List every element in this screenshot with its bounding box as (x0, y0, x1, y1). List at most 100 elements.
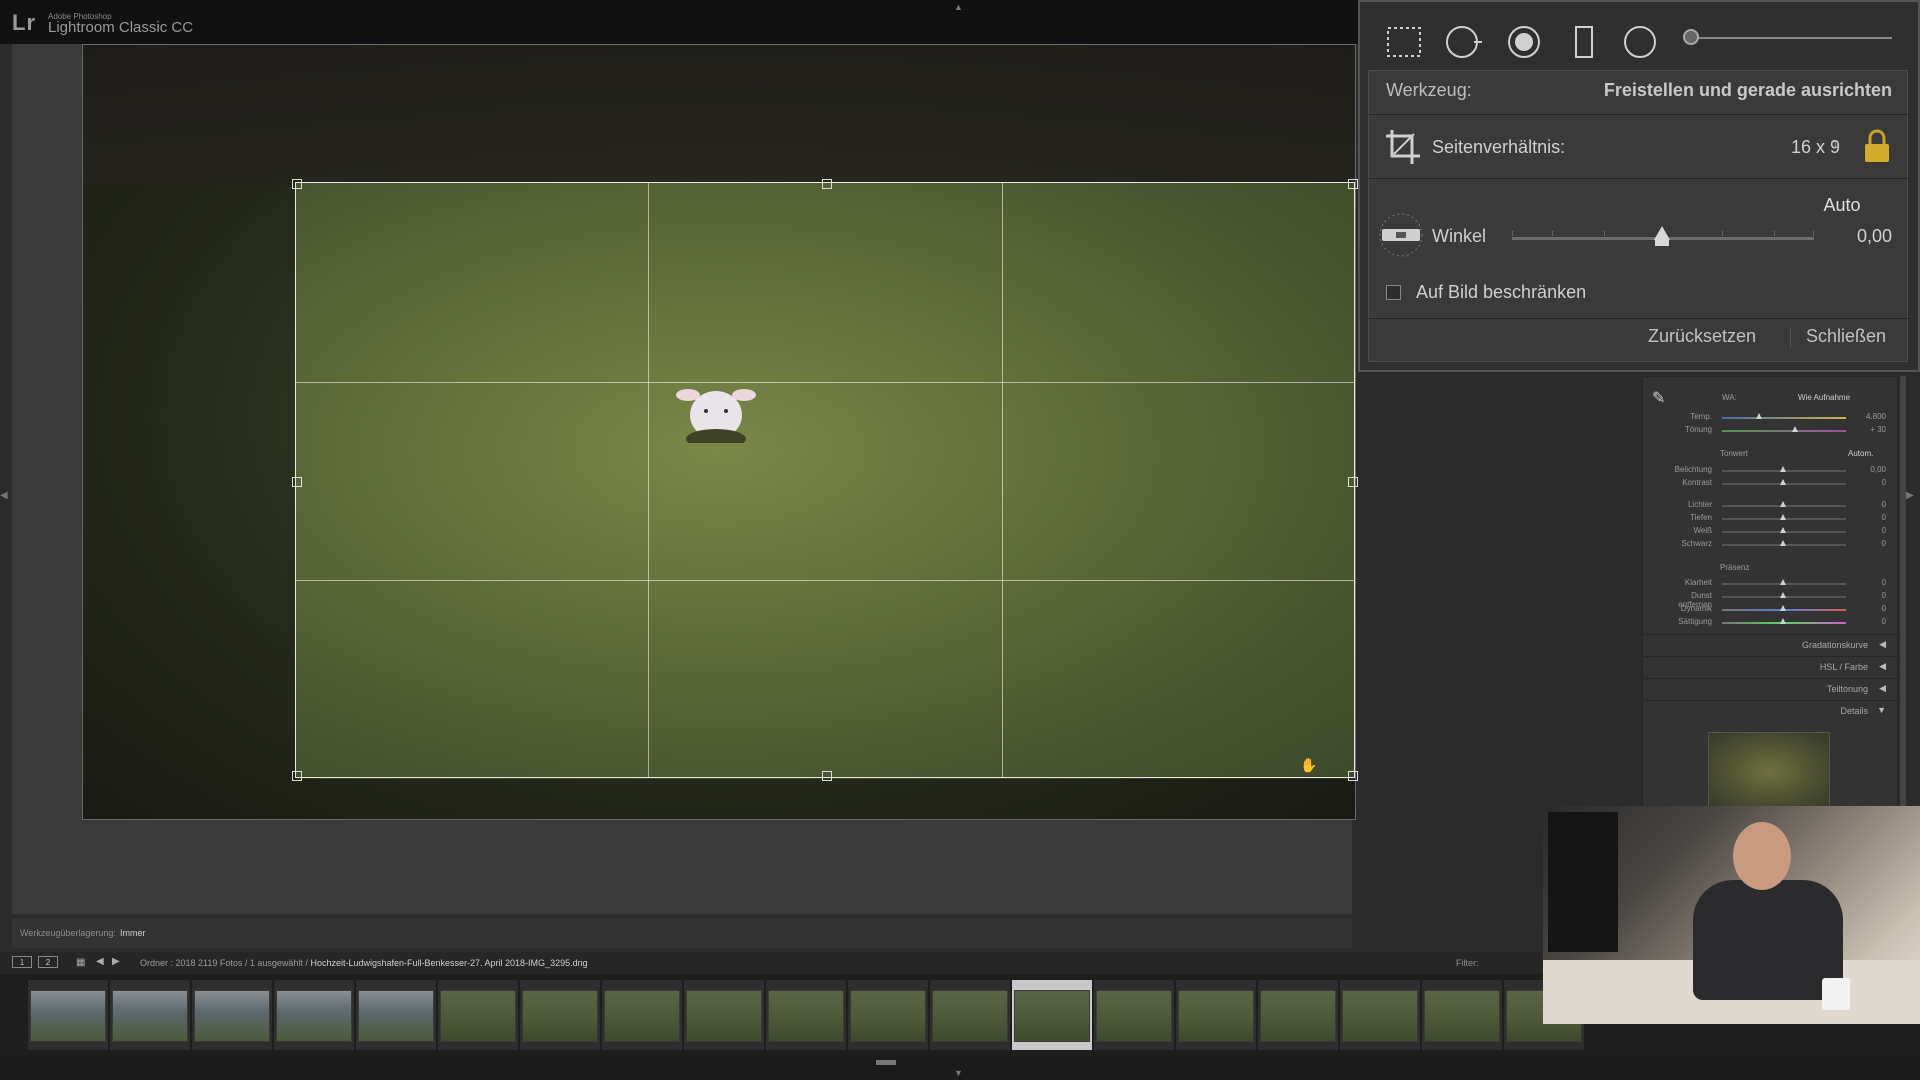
crop-handle-top-left[interactable] (292, 179, 302, 189)
red-eye-icon[interactable] (1504, 22, 1544, 62)
divider (1368, 318, 1908, 319)
aspect-ratio-select[interactable]: 16 x 9 (1760, 137, 1840, 158)
spot-removal-icon[interactable] (1444, 22, 1484, 62)
saturation-slider-knob[interactable] (1780, 618, 1786, 624)
whites-value[interactable]: 0 (1846, 526, 1886, 535)
tint-slider-knob[interactable] (1792, 426, 1798, 432)
whites-slider-knob[interactable] (1780, 527, 1786, 533)
crop-handle-top-right[interactable] (1348, 179, 1358, 189)
detail-preview-thumbnail[interactable] (1708, 732, 1830, 810)
crop-handle-left[interactable] (292, 477, 302, 487)
filmstrip-thumbnail[interactable] (440, 990, 516, 1042)
bottom-panel-toggle-icon[interactable]: ▼ (954, 1068, 963, 1078)
graduated-filter-icon[interactable] (1564, 22, 1604, 62)
filmstrip-source-info[interactable]: Ordner : 2018 2119 Fotos / 1 ausgewählt … (140, 958, 588, 968)
filmstrip-thumbnail[interactable] (194, 990, 270, 1042)
section-details[interactable]: Details ▼ (1642, 700, 1898, 721)
tint-slider[interactable] (1722, 430, 1846, 432)
radial-filter-icon[interactable] (1620, 22, 1660, 62)
section-hsl[interactable]: HSL / Farbe ◀ (1642, 656, 1898, 677)
crop-frame-icon[interactable] (1384, 128, 1422, 166)
temp-value[interactable]: 4.800 (1846, 412, 1886, 421)
whites-label: Weiß (1693, 526, 1712, 535)
white-balance-select[interactable]: Wie Aufnahme (1798, 393, 1850, 402)
filmstrip-thumbnail[interactable] (30, 990, 106, 1042)
monitor-2-button[interactable]: 2 (38, 956, 58, 968)
filmstrip-thumbnail[interactable] (522, 990, 598, 1042)
filmstrip-thumbnail[interactable] (768, 990, 844, 1042)
filmstrip-scrollbar[interactable] (876, 1060, 896, 1065)
eyedropper-icon[interactable]: ✎ (1652, 388, 1665, 408)
develop-panel-scrollbar[interactable] (1900, 376, 1906, 808)
brush-size-slider-knob[interactable] (1683, 29, 1699, 45)
dehaze-value[interactable]: 0 (1846, 591, 1886, 600)
filmstrip-thumbnail[interactable] (1096, 990, 1172, 1042)
filmstrip-thumbnail[interactable] (604, 990, 680, 1042)
exposure-value[interactable]: 0,00 (1846, 465, 1886, 474)
clarity-slider-knob[interactable] (1780, 579, 1786, 585)
current-file-name[interactable]: Hochzeit-Ludwigshafen-Full-Benkesser-27.… (310, 958, 587, 968)
reset-button[interactable]: Zurücksetzen (1648, 326, 1756, 347)
angle-slider-knob[interactable] (1654, 226, 1670, 240)
section-split-toning[interactable]: Teiltonung ◀ (1642, 678, 1898, 699)
temp-slider[interactable] (1722, 417, 1846, 419)
filmstrip-thumbnail[interactable] (932, 990, 1008, 1042)
filmstrip-thumbnail[interactable] (1342, 990, 1418, 1042)
contrast-slider-knob[interactable] (1780, 479, 1786, 485)
exposure-slider-knob[interactable] (1780, 466, 1786, 472)
crop-overlay-icon[interactable] (1384, 22, 1424, 62)
close-button[interactable]: Schließen (1806, 326, 1886, 347)
constrain-to-image-label[interactable]: Auf Bild beschränken (1416, 282, 1586, 303)
saturation-value[interactable]: 0 (1846, 617, 1886, 626)
vibrance-value[interactable]: 0 (1846, 604, 1886, 613)
tint-value[interactable]: + 30 (1846, 425, 1886, 434)
right-panel-toggle-icon[interactable]: ▶ (1906, 490, 1914, 501)
monitor-1-button[interactable]: 1 (12, 956, 32, 968)
crop-handle-right[interactable] (1348, 477, 1358, 487)
back-arrow-icon[interactable]: ◀ (96, 956, 104, 967)
angle-slider-knob-base[interactable] (1655, 240, 1669, 246)
forward-arrow-icon[interactable]: ▶ (112, 956, 120, 967)
filmstrip-thumbnail[interactable] (850, 990, 926, 1042)
tool-label: Werkzeug: (1386, 80, 1472, 100)
filmstrip-thumbnail[interactable] (276, 990, 352, 1042)
left-panel-toggle-icon[interactable]: ◀ (0, 490, 8, 501)
filmstrip-thumbnail[interactable] (1178, 990, 1254, 1042)
aspect-ratio-dropdown-icon[interactable]: ⇕ (1832, 138, 1841, 151)
level-straighten-icon[interactable] (1378, 212, 1424, 258)
grid-view-icon[interactable]: ▦ (76, 957, 85, 968)
filmstrip-thumbnail[interactable] (1260, 990, 1336, 1042)
section-tone-curve[interactable]: Gradationskurve ◀ (1642, 634, 1898, 655)
constrain-to-image-checkbox[interactable] (1386, 285, 1401, 300)
filmstrip-thumbnail[interactable] (686, 990, 762, 1042)
brush-size-slider[interactable] (1692, 37, 1892, 39)
crop-handle-top[interactable] (822, 179, 832, 189)
temp-slider-knob[interactable] (1756, 413, 1762, 419)
filmstrip-thumbnail[interactable] (1424, 990, 1500, 1042)
filmstrip-thumbnail[interactable] (112, 990, 188, 1042)
crop-handle-bottom-left[interactable] (292, 771, 302, 781)
crop-handle-bottom-right[interactable] (1348, 771, 1358, 781)
top-panel-toggle-icon[interactable]: ▲ (954, 2, 963, 12)
highlights-value[interactable]: 0 (1846, 500, 1886, 509)
section-label: Gradationskurve (1801, 640, 1868, 650)
lock-icon[interactable] (1862, 128, 1892, 164)
tone-auto-button[interactable]: Autom. (1848, 449, 1873, 458)
angle-value[interactable]: 0,00 (1832, 226, 1892, 247)
clarity-value[interactable]: 0 (1846, 578, 1886, 587)
shadows-slider-knob[interactable] (1780, 514, 1786, 520)
highlights-slider-knob[interactable] (1780, 501, 1786, 507)
hand-cursor-icon: ✋ (1300, 757, 1318, 773)
blacks-value[interactable]: 0 (1846, 539, 1886, 548)
crop-rectangle[interactable]: ✋ (292, 179, 1358, 781)
shadows-value[interactable]: 0 (1846, 513, 1886, 522)
filmstrip-thumbnail[interactable] (1014, 990, 1090, 1042)
auto-straighten-button[interactable]: Auto (1808, 190, 1876, 220)
crop-handle-bottom[interactable] (822, 771, 832, 781)
vibrance-slider-knob[interactable] (1780, 605, 1786, 611)
contrast-value[interactable]: 0 (1846, 478, 1886, 487)
tool-overlay-select[interactable]: Immer (120, 928, 146, 938)
filmstrip-thumbnail[interactable] (358, 990, 434, 1042)
dehaze-slider-knob[interactable] (1780, 592, 1786, 598)
blacks-slider-knob[interactable] (1780, 540, 1786, 546)
